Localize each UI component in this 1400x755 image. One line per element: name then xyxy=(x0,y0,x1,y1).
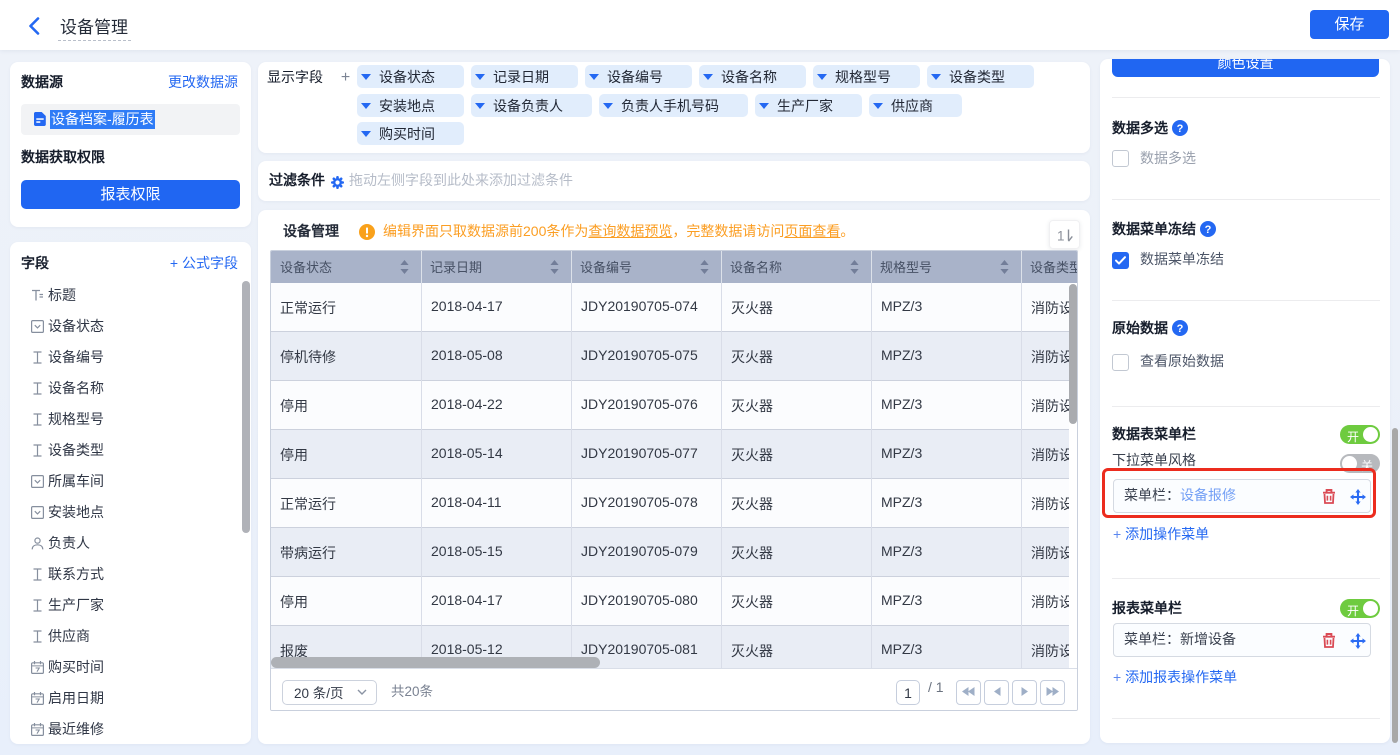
svg-text:?: ? xyxy=(1177,323,1184,335)
svg-text:?: ? xyxy=(1205,224,1212,236)
svg-text:1: 1 xyxy=(1057,229,1065,244)
svg-text:?: ? xyxy=(1177,123,1184,135)
